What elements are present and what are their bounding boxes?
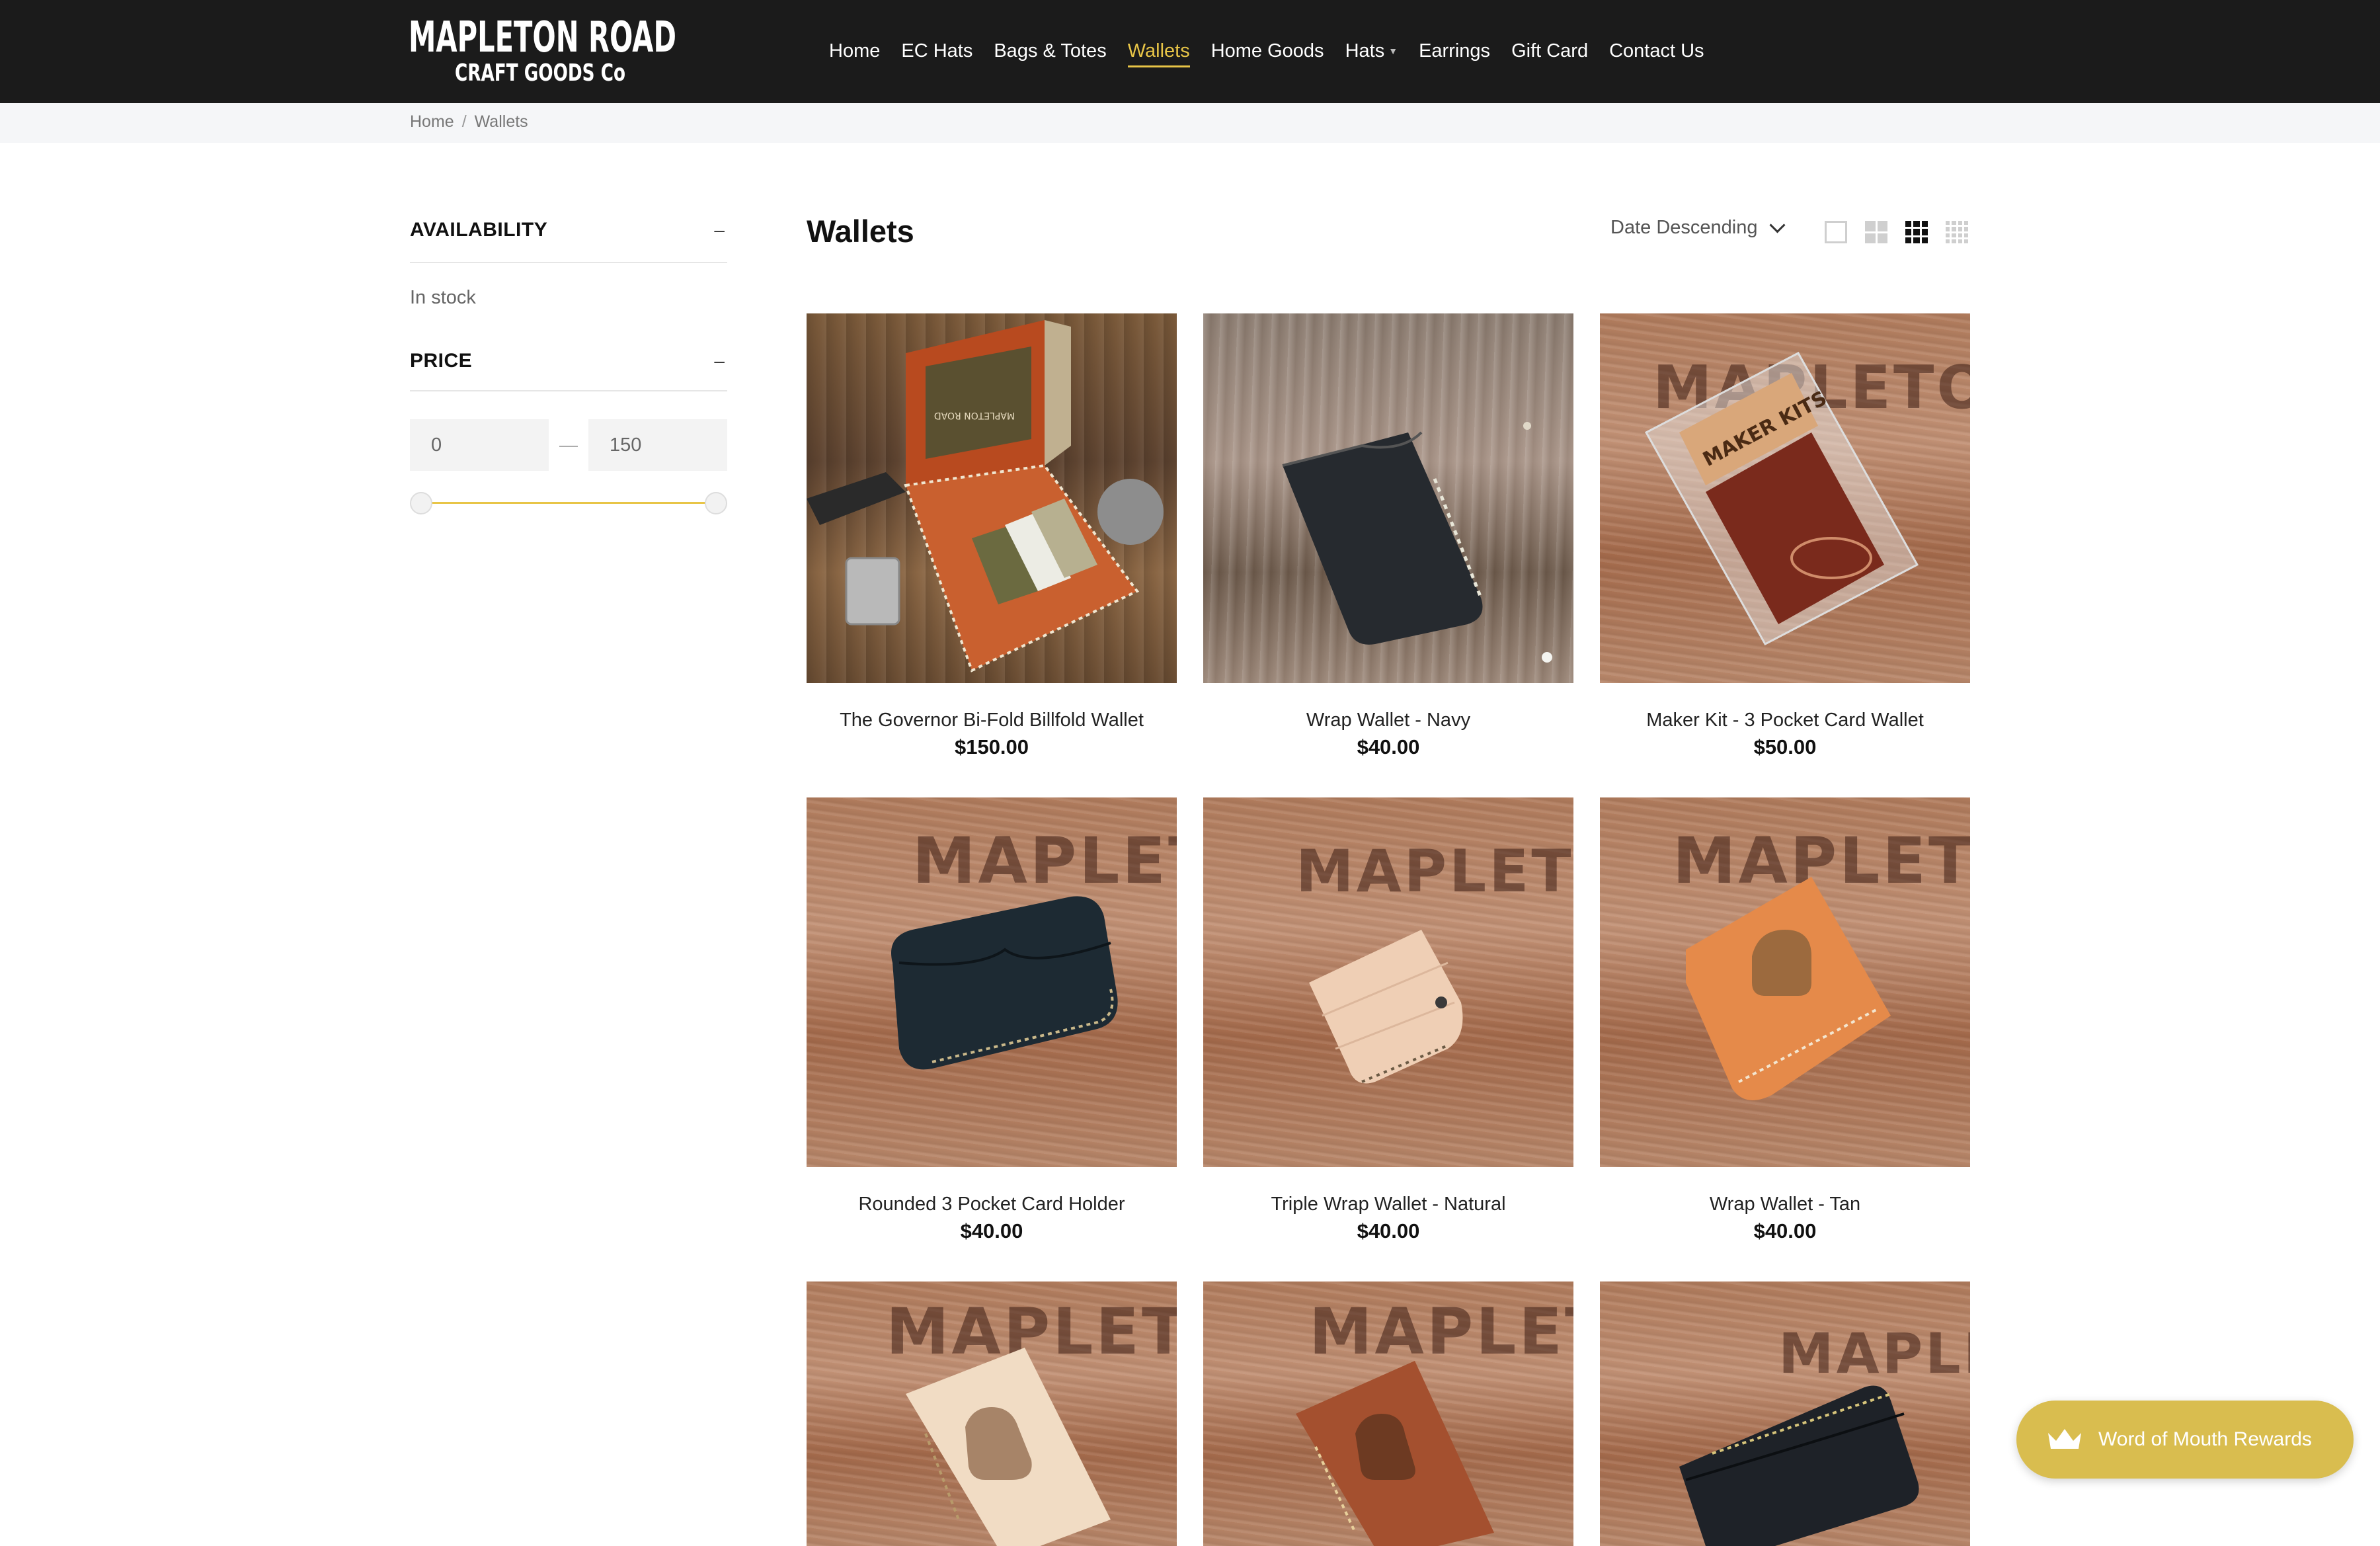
sort-select[interactable]: Date Descending bbox=[1610, 217, 1786, 239]
nav-item-home[interactable]: Home bbox=[829, 37, 880, 65]
price-max-input[interactable]: 150 bbox=[588, 419, 727, 471]
product-card[interactable]: MAPLETON bbox=[1600, 1282, 1970, 1546]
nav-item-hats[interactable]: Hats ▼ bbox=[1345, 37, 1398, 65]
product-card[interactable]: MAPLETON Triple Wrap Wallet - Natural $4… bbox=[1203, 797, 1573, 1245]
breadcrumb-current: Wallets bbox=[474, 112, 528, 131]
nav-label: Contact Us bbox=[1609, 40, 1704, 61]
availability-filter-title: AVAILABILITY bbox=[410, 219, 548, 241]
nav-label: Home bbox=[829, 40, 881, 61]
nav-label: Hats bbox=[1345, 40, 1385, 61]
product-title[interactable]: Rounded 3 Pocket Card Holder bbox=[807, 1191, 1177, 1217]
collapse-icon[interactable]: – bbox=[714, 220, 725, 241]
sort-value: Date Descending bbox=[1610, 217, 1758, 238]
product-card[interactable]: MAPLETON MAKER KITS Maker Kit - 3 Pocket… bbox=[1600, 313, 1970, 761]
svg-text:MAPLETON ROAD: MAPLETON ROAD bbox=[409, 15, 676, 62]
filter-sidebar: AVAILABILITY – In stock PRICE – 0 — 150 bbox=[410, 198, 727, 516]
chevron-down-icon: ▼ bbox=[1388, 46, 1398, 56]
nav-item-bags-totes[interactable]: Bags & Totes bbox=[994, 37, 1106, 65]
product-image[interactable]: MAPLETON bbox=[1203, 1282, 1573, 1546]
layout-2-column-icon[interactable] bbox=[1865, 221, 1887, 243]
maker-kit-illustration: MAKER KITS bbox=[1644, 351, 1919, 646]
rewards-button[interactable]: Word of Mouth Rewards bbox=[2016, 1401, 2354, 1479]
collapse-icon[interactable]: – bbox=[714, 350, 725, 372]
svg-text:CRAFT GOODS Co: CRAFT GOODS Co bbox=[455, 60, 625, 87]
product-title[interactable]: Maker Kit - 3 Pocket Card Wallet bbox=[1600, 707, 1970, 733]
product-card[interactable]: MAPLETON Wrap Wallet - Tan $40.00 bbox=[1600, 797, 1970, 1245]
product-image[interactable]: MAPLETON bbox=[807, 1282, 1177, 1546]
product-price: $40.00 bbox=[960, 1219, 1023, 1242]
breadcrumb: Home / Wallets bbox=[410, 112, 528, 132]
product-title[interactable]: Triple Wrap Wallet - Natural bbox=[1203, 1191, 1573, 1217]
wallet-illustration bbox=[1686, 877, 1891, 1100]
nav-label: Bags & Totes bbox=[994, 40, 1107, 61]
nav-item-home-goods[interactable]: Home Goods bbox=[1211, 37, 1324, 65]
product-image[interactable]: MAPLETON MAKER KITS bbox=[1600, 313, 1970, 683]
site-header: MAPLETON ROAD CRAFT GOODS Co Home EC Hat… bbox=[0, 0, 2380, 103]
nav-item-contact-us[interactable]: Contact Us bbox=[1609, 37, 1704, 65]
nav-label: EC Hats bbox=[901, 40, 973, 61]
nav-item-earrings[interactable]: Earrings bbox=[1419, 37, 1490, 65]
wallet-illustration bbox=[1282, 422, 1552, 663]
main-nav: Home EC Hats Bags & Totes Wallets Home G… bbox=[829, 37, 1726, 67]
product-price: $40.00 bbox=[1357, 735, 1420, 758]
breadcrumb-separator: / bbox=[461, 112, 467, 131]
price-filter-title: PRICE bbox=[410, 350, 473, 372]
brand-logo[interactable]: MAPLETON ROAD CRAFT GOODS Co bbox=[409, 15, 680, 87]
wallet-illustration bbox=[1309, 930, 1463, 1084]
price-filter-header[interactable]: PRICE – bbox=[410, 332, 727, 391]
nav-label: Gift Card bbox=[1511, 40, 1589, 61]
availability-option-in-stock[interactable]: In stock bbox=[410, 263, 727, 332]
grid-layout-switcher bbox=[1825, 221, 1986, 243]
product-image[interactable]: MAPLETON bbox=[1600, 797, 1970, 1167]
chevron-down-icon bbox=[1769, 217, 1786, 233]
wallet-illustration bbox=[891, 896, 1118, 1070]
product-price: $150.00 bbox=[954, 735, 1029, 758]
wallet-illustration: MAPLETON ROAD bbox=[807, 320, 1164, 672]
slider-max-handle[interactable] bbox=[705, 492, 727, 514]
slider-track bbox=[423, 502, 714, 504]
nav-label: Home Goods bbox=[1210, 40, 1324, 61]
slider-min-handle[interactable] bbox=[410, 492, 432, 514]
product-price: $40.00 bbox=[1357, 1219, 1420, 1242]
wallet-illustration bbox=[906, 1348, 1111, 1546]
product-price: $50.00 bbox=[1753, 735, 1817, 758]
price-range-inputs: 0 — 150 bbox=[410, 419, 727, 471]
page-title: Wallets bbox=[807, 214, 914, 249]
product-card[interactable]: MAPLETON Rounded 3 Pocket Card Holder $4… bbox=[807, 797, 1177, 1245]
availability-filter-header[interactable]: AVAILABILITY – bbox=[410, 198, 727, 263]
product-title[interactable]: Wrap Wallet - Tan bbox=[1600, 1191, 1970, 1217]
wallet-illustration bbox=[1296, 1361, 1494, 1546]
product-image[interactable]: MAPLETON bbox=[807, 797, 1177, 1167]
product-image[interactable]: MAPLETON bbox=[1203, 797, 1573, 1167]
layout-1-column-icon[interactable] bbox=[1825, 221, 1847, 243]
price-range-separator: — bbox=[559, 434, 578, 455]
price-min-input[interactable]: 0 bbox=[410, 419, 549, 471]
layout-4-column-icon[interactable] bbox=[1946, 221, 1968, 243]
layout-3-column-icon[interactable] bbox=[1905, 221, 1928, 243]
price-range-slider[interactable] bbox=[410, 489, 727, 516]
product-image[interactable]: MAPLETON bbox=[1600, 1282, 1970, 1546]
nav-label: Wallets bbox=[1127, 40, 1190, 61]
wallet-illustration bbox=[1679, 1385, 1919, 1546]
nav-label: Earrings bbox=[1419, 40, 1491, 61]
product-image[interactable] bbox=[1203, 313, 1573, 683]
product-card[interactable]: MAPLETON ROAD The Governor Bi-Fold Billf… bbox=[807, 313, 1177, 761]
image-stamp-text: MAPLETON ROAD bbox=[934, 410, 1015, 421]
rewards-label: Word of Mouth Rewards bbox=[2098, 1428, 2312, 1450]
product-image[interactable]: MAPLETON ROAD bbox=[807, 313, 1177, 683]
product-card[interactable]: MAPLETON bbox=[1203, 1282, 1573, 1546]
product-price: $40.00 bbox=[1753, 1219, 1817, 1242]
breadcrumb-bar: Home / Wallets bbox=[0, 103, 2380, 143]
breadcrumb-home-link[interactable]: Home bbox=[410, 112, 454, 132]
product-card[interactable]: MAPLETON bbox=[807, 1282, 1177, 1546]
product-title[interactable]: Wrap Wallet - Navy bbox=[1203, 707, 1573, 733]
nav-item-wallets[interactable]: Wallets bbox=[1127, 37, 1190, 67]
product-card[interactable]: Wrap Wallet - Navy $40.00 bbox=[1203, 313, 1573, 761]
product-title[interactable]: The Governor Bi-Fold Billfold Wallet bbox=[807, 707, 1177, 733]
crown-icon bbox=[2048, 1429, 2081, 1449]
nav-item-gift-card[interactable]: Gift Card bbox=[1511, 37, 1588, 65]
nav-item-ec-hats[interactable]: EC Hats bbox=[901, 37, 972, 65]
